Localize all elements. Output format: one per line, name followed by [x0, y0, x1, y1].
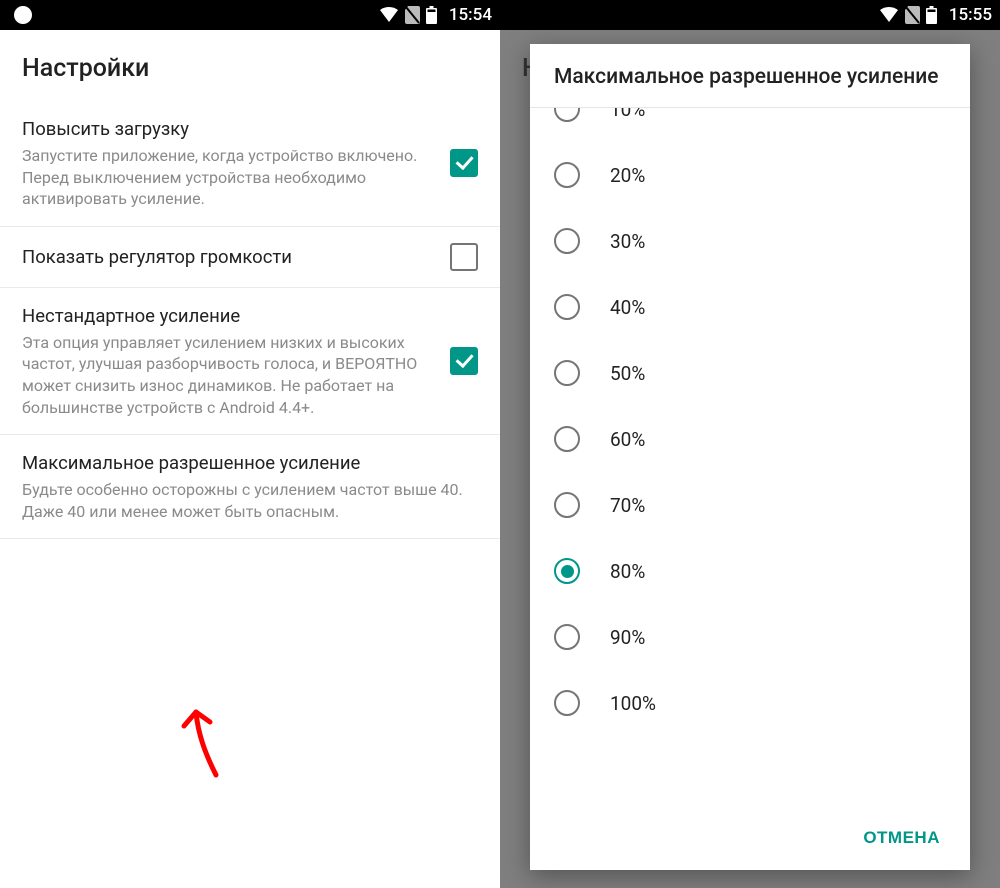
dialog-title: Максимальное разрешенное усиление	[530, 44, 970, 107]
radio-label: 100%	[610, 692, 656, 715]
radio-option[interactable]: 20%	[530, 142, 970, 208]
setting-show-volume-control[interactable]: Показать регулятор громкости	[0, 227, 500, 288]
cancel-button[interactable]: ОТМЕНА	[851, 820, 952, 856]
checkbox-show-volume-control[interactable]	[450, 243, 478, 271]
setting-title: Показать регулятор громкости	[22, 245, 438, 269]
radio-option[interactable]: 10%	[530, 107, 970, 142]
setting-max-allowed-boost[interactable]: Максимальное разрешенное усиление Будьте…	[0, 435, 500, 538]
battery-icon	[926, 6, 937, 24]
radio-icon[interactable]	[554, 492, 580, 518]
setting-desc: Запустите приложение, когда устройство в…	[22, 145, 438, 210]
status-time: 15:55	[949, 5, 992, 25]
setting-title: Максимальное разрешенное усиление	[22, 451, 466, 475]
settings-panel: Настройки Повысить загрузку Запустите пр…	[0, 30, 500, 888]
radio-option[interactable]: 60%	[530, 406, 970, 472]
no-sim-icon	[405, 6, 420, 24]
setting-title: Нестандартное усиление	[22, 304, 438, 328]
setting-nonstandard-boost[interactable]: Нестандартное усиление Эта опция управля…	[0, 288, 500, 435]
radio-option[interactable]: 90%	[530, 604, 970, 670]
radio-option[interactable]: 100%	[530, 670, 970, 736]
radio-option[interactable]: 40%	[530, 274, 970, 340]
status-time: 15:54	[449, 5, 492, 25]
dialog-options-list[interactable]: 10% 20% 30% 40% 50% 60% 70% 80% 90% 100%	[530, 107, 970, 806]
setting-title: Повысить загрузку	[22, 117, 438, 141]
checkbox-nonstandard-boost[interactable]	[450, 347, 478, 375]
radio-option[interactable]: 70%	[530, 472, 970, 538]
radio-label: 90%	[610, 626, 645, 649]
radio-label: 70%	[610, 494, 645, 517]
radio-icon[interactable]	[554, 107, 580, 122]
radio-icon[interactable]	[554, 624, 580, 650]
page-title: Настройки	[0, 30, 500, 101]
status-dot-icon	[14, 6, 32, 24]
radio-icon[interactable]	[554, 558, 580, 584]
wifi-icon	[879, 7, 899, 23]
radio-option[interactable]: 30%	[530, 208, 970, 274]
screen-right: 15:55 Настройки Максимальное разрешенное…	[500, 0, 1000, 888]
dialog-max-boost: Максимальное разрешенное усиление 10% 20%…	[530, 44, 970, 870]
radio-label: 60%	[610, 428, 645, 451]
radio-icon[interactable]	[554, 228, 580, 254]
radio-icon[interactable]	[554, 360, 580, 386]
status-bar: 15:55	[500, 0, 1000, 30]
radio-label: 40%	[610, 296, 645, 319]
checkbox-boost-on-boot[interactable]	[450, 149, 478, 177]
battery-icon	[426, 6, 437, 24]
wifi-icon	[379, 7, 399, 23]
radio-icon[interactable]	[554, 294, 580, 320]
setting-boost-on-boot[interactable]: Повысить загрузку Запустите приложение, …	[0, 101, 500, 227]
radio-icon[interactable]	[554, 426, 580, 452]
radio-label: 20%	[610, 164, 645, 187]
radio-label: 30%	[610, 230, 645, 253]
setting-desc: Эта опция управляет усилением низких и в…	[22, 332, 438, 418]
setting-desc: Будьте особенно осторожны с усилением ча…	[22, 479, 466, 522]
radio-label: 10%	[610, 107, 645, 121]
radio-option[interactable]: 50%	[530, 340, 970, 406]
screen-left: 15:54 Настройки Повысить загрузку Запуст…	[0, 0, 500, 888]
radio-label: 50%	[610, 362, 645, 385]
radio-label: 80%	[610, 560, 645, 583]
radio-option[interactable]: 80%	[530, 538, 970, 604]
status-icons: 15:55	[879, 5, 992, 25]
status-icons: 15:54	[379, 5, 492, 25]
status-bar: 15:54	[0, 0, 500, 30]
radio-icon[interactable]	[554, 162, 580, 188]
no-sim-icon	[905, 6, 920, 24]
radio-icon[interactable]	[554, 690, 580, 716]
